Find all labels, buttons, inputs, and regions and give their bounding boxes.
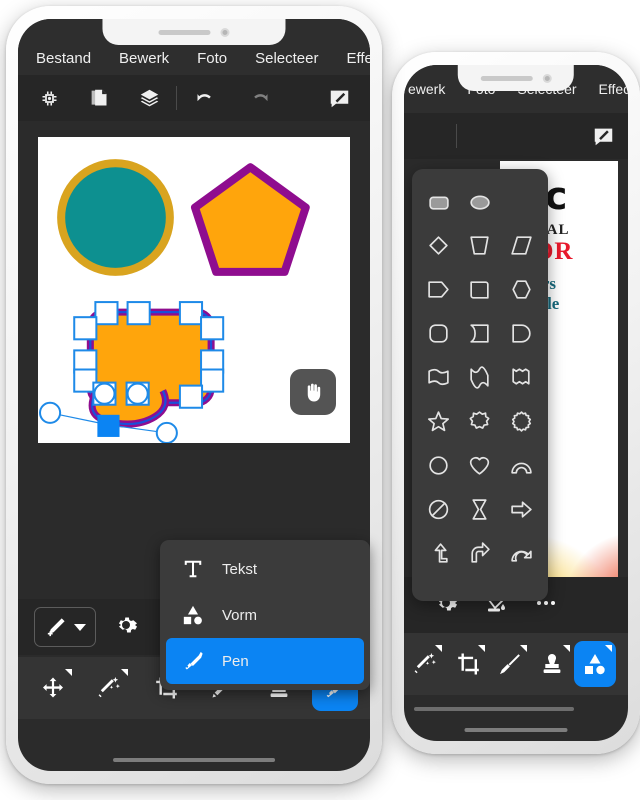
menu-item-bestand[interactable]: Bestand [36,50,91,67]
shape-option-blank [501,181,542,221]
layers-icon[interactable] [134,83,164,113]
hand-tool-button[interactable] [290,369,336,415]
pen-add-icon [47,617,65,636]
tool-button-brush[interactable] [489,641,531,687]
shape-option-pennant[interactable] [418,269,459,309]
pen-nib-icon [182,650,206,672]
context-menu-item-label: Vorm [222,606,258,624]
phone-a-notch [102,19,286,45]
shape-option-circle-ring[interactable] [418,445,459,485]
redo-icon[interactable] [245,83,275,113]
tool-button-stamp[interactable] [531,641,573,687]
shapes-icon [583,652,607,676]
chip-icon[interactable] [34,83,64,113]
shape-option-trapezoid[interactable] [459,225,500,265]
shape-option-diamond[interactable] [418,225,459,265]
shape-option-arc[interactable] [501,445,542,485]
shape-option-hexagon[interactable] [501,269,542,309]
home-indicator [464,728,568,732]
comment-edit-icon[interactable] [588,121,618,151]
phone-b-screen: ewerk Foto Selecteer Effect Pic SIONAL I… [404,65,628,741]
shape-option-heart[interactable] [459,445,500,485]
gear-icon[interactable] [114,613,138,642]
shape-option-flag-wave[interactable] [418,357,459,397]
brush-icon [498,652,522,676]
shape-option-burst-8[interactable] [459,401,500,441]
tool-context-menu[interactable]: Tekst Vorm Pen [160,540,370,690]
tool-button-move[interactable] [30,665,76,711]
shape-option-ribbon-wave[interactable] [459,357,500,397]
comment-edit-icon[interactable] [324,83,354,113]
stamp-icon [540,652,564,676]
menu-item-selecteer[interactable]: Selecteer [255,50,318,67]
shape-option-no-entry[interactable] [418,489,459,529]
shape-option-half-round-left[interactable] [459,313,500,353]
menu-item-bewerk[interactable]: Bewerk [119,50,169,67]
document-icon[interactable] [84,83,114,113]
artboard[interactable] [38,137,350,444]
home-indicator [113,758,275,762]
shape-option-rounded-square[interactable] [418,313,459,353]
context-menu-item-label: Tekst [222,560,258,578]
magic-wand-icon [97,676,121,700]
tool-button-crop[interactable] [446,641,488,687]
front-camera [542,73,552,83]
phone-b-toolbar [404,113,628,159]
undo-icon[interactable] [189,83,219,113]
shape-option-torn-page[interactable] [501,357,542,397]
shape-grid[interactable] [412,169,548,585]
active-control-point [97,414,120,437]
menu-item-effect[interactable]: Effect [599,81,628,97]
speaker-grille [480,75,533,81]
phone-b-notch [457,65,575,91]
crop-icon [456,652,480,676]
shapes-icon [182,604,206,626]
context-menu-item-vorm[interactable]: Vorm [166,592,364,638]
phone-device-right: ewerk Foto Selecteer Effect Pic SIONAL I… [392,52,640,754]
phone-b-bottom-tools[interactable] [404,633,628,695]
phone-a-toolbar [18,75,370,121]
tool-button-shapes[interactable] [573,641,617,687]
move-icon [41,676,65,700]
shape-option-right-arrow[interactable] [501,489,542,529]
shape-pentagon [190,163,310,276]
context-menu-item-label: Pen [222,652,249,670]
tool-button-magic-wand[interactable] [86,665,132,711]
shape-option-bent-arrow-up[interactable] [418,533,459,573]
shape-option-burst-16[interactable] [501,401,542,441]
shape-option-ellipse-filled[interactable] [459,181,500,221]
shape-option-arc-arrow[interactable] [501,533,542,573]
tool-button-magic-wand[interactable] [404,641,446,687]
shape-circle [57,159,174,276]
front-camera [220,27,230,37]
hand-icon [307,383,320,402]
canvas-area[interactable] [18,121,370,459]
shape-option-d-shape[interactable] [501,313,542,353]
panel-scrollbar[interactable] [414,707,574,711]
context-menu-item-tekst[interactable]: Tekst [166,546,364,592]
menu-item-foto[interactable]: Foto [197,50,227,67]
context-menu-item-pen[interactable]: Pen [166,638,364,684]
menu-item-effect[interactable]: Effect [346,50,370,67]
shape-picker-panel[interactable] [412,169,548,601]
screenshot-stage: ewerk Foto Selecteer Effect Pic SIONAL I… [0,0,640,800]
pen-add-dropdown-button[interactable] [34,607,96,647]
shape-option-star[interactable] [418,401,459,441]
menu-item-bewerk[interactable]: ewerk [408,81,445,97]
magic-wand-icon [413,652,437,676]
speaker-grille [158,29,211,35]
shape-option-bowtie[interactable] [459,489,500,529]
text-icon [182,558,206,580]
chevron-down-icon[interactable] [74,623,86,631]
shape-option-parallelogram[interactable] [501,225,542,265]
shape-option-rounded-rect-filled[interactable] [418,181,459,221]
shape-option-square-soft[interactable] [459,269,500,309]
shape-option-curved-arrow-right[interactable] [459,533,500,573]
